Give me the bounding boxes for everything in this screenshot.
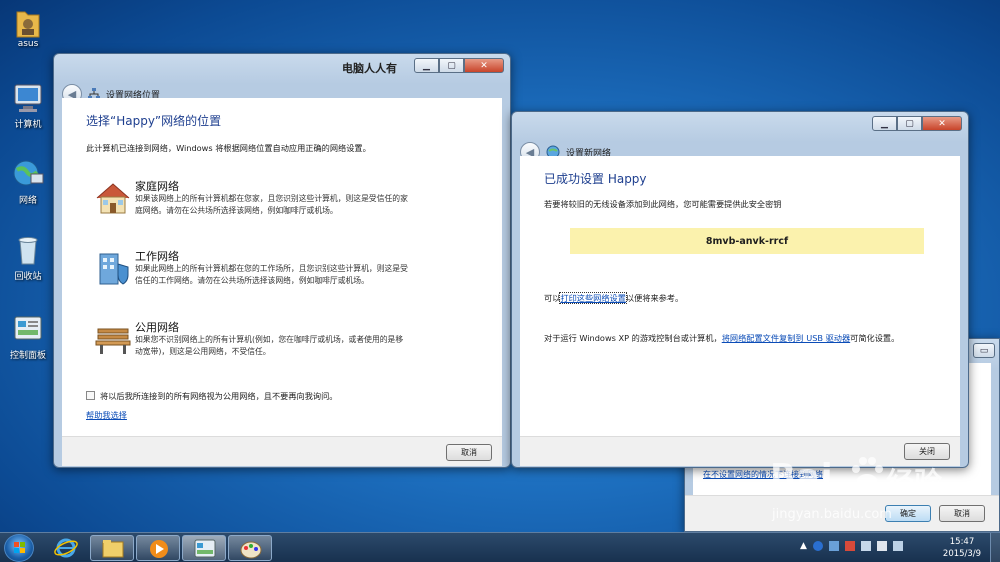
taskbar-media-player[interactable] — [136, 535, 180, 561]
desktop-icon-label: 控制面板 — [9, 351, 46, 361]
tray-expand-icon[interactable]: ▲ — [800, 541, 807, 551]
desktop-icon-control-panel[interactable]: 控制面板 — [0, 313, 56, 361]
desktop-icon-label: asus — [17, 39, 39, 49]
action-center-icon[interactable] — [844, 541, 855, 551]
maximize-button[interactable]: ▢ — [897, 116, 922, 131]
new-network-window: ▁ ▢ ✕ ◀ 设置新网络 已成功设置 Happy 若要将较旧的无线设备添加到此… — [511, 111, 969, 468]
bench-icon — [94, 321, 132, 357]
home-network-option[interactable]: 家庭网络 如果该网络上的所有计算机都在您家，且您识别这些计算机，则这是受信任的家… — [94, 178, 504, 222]
option-desc-line1: 如果该网络上的所有计算机都在您家，且您识别这些计算机，则这是受信任的家 — [135, 194, 408, 203]
title-bar[interactable]: 电脑人人有 ▁ ▢ ✕ — [54, 54, 510, 80]
checkbox-label: 将以后我所连接到的所有网络视为公用网络，且不要再向我询问。 — [100, 391, 338, 401]
minimize-button[interactable]: ▁ — [872, 116, 897, 131]
recycle-bin-icon — [11, 234, 45, 266]
usb-line: 对于运行 Windows XP 的游戏控制台或计算机，将网络配置文件复制到 US… — [544, 332, 899, 344]
copy-to-usb-link[interactable]: 将网络配置文件复制到 USB 驱动器 — [722, 333, 850, 343]
close-button[interactable]: ✕ — [464, 58, 504, 73]
work-network-option[interactable]: 工作网络 如果此网络上的所有计算机都在您的工作场所，且您识别这些计算机，则这是受… — [94, 248, 504, 292]
maximize-button[interactable]: ▢ — [439, 58, 464, 73]
key-instruction: 若要将较旧的无线设备添加到此网络，您可能需要提供此安全密钥 — [544, 199, 782, 209]
system-tray: ▲ — [800, 541, 903, 551]
new-network-content: 已成功设置 Happy 若要将较旧的无线设备添加到此网络，您可能需要提供此安全密… — [520, 156, 960, 436]
network-tray-icon[interactable] — [860, 541, 871, 551]
taskbar-ie[interactable] — [46, 535, 86, 561]
show-desktop-button[interactable] — [990, 533, 1000, 562]
minimize-button[interactable]: ▁ — [414, 58, 439, 73]
clock-date: 2015/3/9 — [942, 549, 982, 559]
taskbar-control-panel[interactable] — [182, 535, 226, 561]
location-footer: 取消 — [62, 436, 502, 466]
title-bar[interactable]: ▁ ▢ ✕ — [512, 112, 968, 138]
house-icon — [94, 180, 132, 216]
success-heading: 已成功设置 Happy — [544, 172, 647, 186]
help-icon[interactable] — [812, 541, 823, 551]
public-default-checkbox[interactable] — [86, 391, 95, 400]
location-content: 选择“Happy”网络的位置 此计算机已连接到网络，Windows 将根据网络位… — [62, 98, 502, 436]
print-prefix: 可以 — [544, 293, 561, 303]
paint-icon — [240, 541, 262, 559]
minimize-button[interactable]: ▭ — [973, 343, 995, 358]
public-network-option[interactable]: 公用网络 如果您不识别网络上的所有计算机(例如，您在咖啡厅或机场，或者使用的是移… — [94, 319, 504, 363]
page-heading: 选择“Happy”网络的位置 — [86, 114, 222, 128]
paw-icon — [850, 455, 884, 495]
print-settings-link[interactable]: 打印这些网络设置 — [559, 292, 627, 304]
desktop-icon-network[interactable]: 网络 — [0, 158, 56, 206]
watermark-brand2: 经验 — [886, 466, 943, 499]
office-building-icon — [94, 250, 132, 286]
taskbar-paint[interactable] — [228, 535, 272, 561]
computer-icon — [11, 82, 45, 114]
option-title: 工作网络 — [135, 250, 179, 263]
option-desc-line1: 如果您不识别网络上的所有计算机(例如，您在咖啡厅或机场，或者使用的是移 — [135, 335, 404, 344]
baidu-watermark: Bai 经验 jingyan.baidu.com — [770, 455, 1000, 525]
desktop-icon-label: 回收站 — [14, 272, 42, 282]
network-location-window: 电脑人人有 ▁ ▢ ✕ ◀ 设置网络位置 选择“Happy”网络的位置 此计算机… — [53, 53, 511, 468]
option-title: 家庭网络 — [135, 180, 179, 193]
option-title: 公用网络 — [135, 321, 179, 334]
desktop-icon-computer[interactable]: 计算机 — [0, 82, 56, 130]
control-panel-icon — [194, 539, 216, 558]
user-folder-icon — [11, 4, 45, 38]
volume-icon[interactable] — [876, 541, 887, 551]
option-desc-line1: 如果此网络上的所有计算机都在您的工作场所，且您识别这些计算机，则这是受 — [135, 264, 408, 273]
desktop-icon-label: 计算机 — [14, 120, 42, 130]
taskbar: ▲ 15:47 2015/3/9 — [0, 532, 1000, 562]
ie-icon — [54, 538, 78, 558]
control-panel-icon — [11, 313, 45, 345]
clock-time: 15:47 — [949, 537, 975, 547]
keyboard-icon[interactable] — [892, 541, 903, 551]
watermark-url: jingyan.baidu.com — [772, 507, 892, 522]
option-desc-line2: 动宽带)，则这是公用网络，不受信任。 — [135, 347, 271, 356]
security-key: 8mvb-anvk-rrcf — [570, 228, 924, 254]
desktop-icon-asus[interactable]: asus — [0, 4, 56, 49]
media-player-icon — [150, 540, 168, 558]
start-button[interactable] — [4, 534, 34, 562]
usb-prefix: 对于运行 Windows XP 的游戏控制台或计算机， — [544, 333, 722, 343]
folder-icon — [102, 540, 124, 558]
clock[interactable]: 15:47 2015/3/9 — [938, 536, 986, 560]
usb-suffix: 可简化设置。 — [850, 333, 900, 343]
cancel-button[interactable]: 取消 — [446, 444, 492, 461]
option-desc-line2: 信任的工作网络。请勿在公共场所选择该网络，例如咖啡厅或机场。 — [135, 276, 369, 285]
taskbar-explorer[interactable] — [90, 535, 134, 561]
print-suffix: 以便将来参考。 — [625, 293, 684, 303]
desktop-icon-recycle-bin[interactable]: 回收站 — [0, 234, 56, 282]
intro-text: 此计算机已连接到网络，Windows 将根据网络位置自动应用正确的网络设置。 — [86, 143, 371, 153]
title-watermark: 电脑人人有 — [342, 62, 397, 75]
option-desc-line2: 庭网络。请勿在公共场所选择该网络，例如咖啡厅或机场。 — [135, 206, 338, 215]
print-settings-line: 可以打印这些网络设置以便将来参考。 — [544, 292, 683, 304]
close-button[interactable]: ✕ — [922, 116, 962, 131]
network-globe-icon — [11, 158, 45, 190]
watermark-brand: Bai — [770, 457, 834, 497]
windows-logo-icon — [14, 542, 25, 553]
notification-icon[interactable] — [828, 541, 839, 551]
help-me-choose-link[interactable]: 帮助我选择 — [86, 409, 127, 421]
desktop-icon-label: 网络 — [18, 196, 37, 206]
